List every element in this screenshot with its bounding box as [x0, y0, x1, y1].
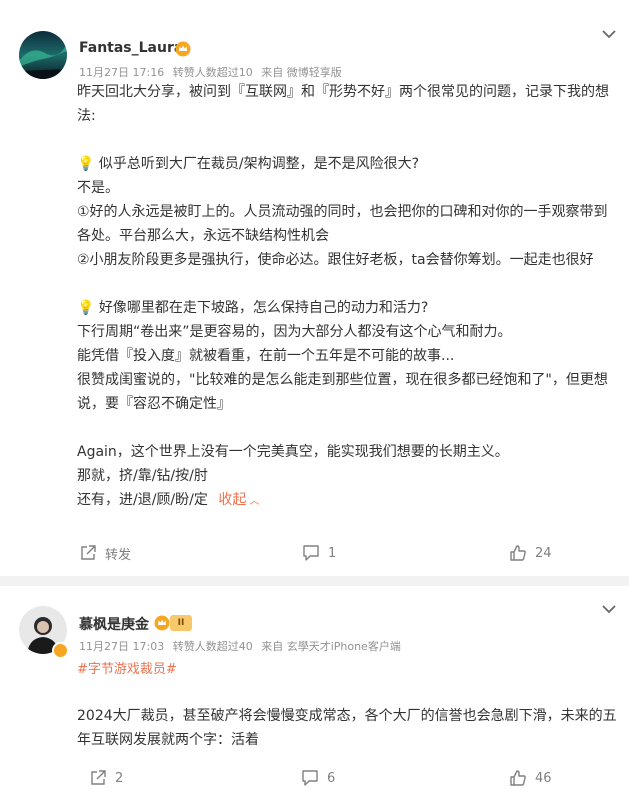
post-text-line: 💡 似乎总听到大厂在裁员/架构调整，是不是风险很大? — [77, 156, 420, 172]
repost-count: 2 — [115, 770, 124, 786]
post-text-line: 2024大厂裁员，甚至破产将会慢慢变成常态，各个大厂的信誉也会急剧下滑，未来的五 — [77, 708, 617, 724]
post-text-line: 各处。平台那么大，永远不缺结构性机会 — [77, 228, 329, 244]
vip-crown-icon — [175, 41, 191, 57]
action-bar: 2 6 46 — [0, 766, 629, 790]
post-text-line: 能凭借『投入度』就被看重，在前一个五年是不可能的故事... — [77, 348, 455, 364]
post-text-line: 下行周期“卷出来”是更容易的，因为大部分人都没有这个心气和耐力。 — [77, 324, 512, 340]
action-bar: 转发 1 24 — [0, 541, 629, 565]
post-text-line: ①好的人永远是被盯上的。人员流动强的同时，也会把你的口碑和对你的一手观察带到 — [77, 204, 608, 220]
post-text-line — [77, 416, 617, 440]
post-text: 2024大厂裁员，甚至破产将会慢慢变成常态，各个大厂的信誉也会急剧下滑，未来的五… — [77, 704, 617, 752]
repost-icon — [91, 770, 106, 785]
post-date[interactable]: 11月27日 17:03 — [79, 640, 164, 653]
like-count: 24 — [535, 545, 552, 561]
post-separator — [0, 576, 629, 586]
repost-info: 转赞人数超过10 — [172, 66, 253, 79]
repost-label: 转发 — [105, 547, 132, 563]
avatar[interactable] — [19, 31, 67, 79]
post-date[interactable]: 11月27日 17:16 — [79, 66, 164, 79]
username[interactable]: Fantas_Laura — [79, 40, 183, 56]
username[interactable]: 慕枫是庚金 — [79, 614, 149, 634]
chevron-up-icon: ︿ — [249, 496, 260, 507]
post-card: 慕枫是庚金 II 11月27日 17:03 转赞人数超过40 来自 玄學天才iP… — [0, 586, 629, 791]
repost-info: 转赞人数超过40 — [172, 640, 253, 653]
post-source: 来自 微博轻享版 — [261, 66, 342, 79]
repost-icon — [81, 545, 96, 560]
vip-crown-icon — [154, 615, 170, 631]
post-text: 昨天回北大分享，被问到『互联网』和『形势不好』两个很常见的问题，记录下我的想 法… — [77, 80, 617, 514]
post-text-line: 不是。 — [77, 180, 119, 196]
like-icon — [510, 545, 526, 561]
post-text-line: 💡 好像哪里都在走下坡路，怎么保持自己的动力和活力? — [77, 300, 429, 316]
like-button[interactable]: 24 — [509, 541, 552, 565]
like-count: 46 — [535, 770, 552, 786]
level-badge-icon: II — [170, 615, 192, 631]
post-text-line: 很赞成闺蜜说的，"比较难的是怎么能走到那些位置，现在很多都已经饱和了"，但更想 — [77, 372, 608, 388]
chevron-down-icon[interactable] — [601, 601, 617, 617]
like-button[interactable]: 46 — [509, 766, 552, 790]
comment-icon — [303, 545, 319, 561]
chevron-down-icon[interactable] — [601, 26, 617, 42]
post-source: 来自 玄學天才iPhone客户端 — [261, 640, 401, 653]
post-text-line: 那就，挤/靠/钻/按/肘 — [77, 468, 208, 484]
comment-button[interactable]: 6 — [301, 766, 335, 790]
post-text-line: 法: — [77, 108, 96, 124]
post-text-line: 昨天回北大分享，被问到『互联网』和『形势不好』两个很常见的问题，记录下我的想 — [77, 84, 609, 100]
post-text-line: 说，要『容忍不确定性』 — [77, 396, 231, 412]
comment-count: 1 — [328, 545, 337, 561]
verified-badge-icon — [52, 642, 69, 659]
repost-button[interactable]: 2 — [89, 766, 123, 790]
collapse-button[interactable]: 收起 ︿ — [218, 492, 259, 508]
comment-count: 6 — [327, 770, 336, 786]
post-text-line — [77, 128, 617, 152]
post-text-line: ②小朋友阶段更多是强执行，使命必达。跟住好老板，ta会替你筹划。一起走也很好 — [77, 252, 594, 268]
comment-button[interactable]: 1 — [302, 541, 336, 565]
post-text-line: 还有，进/退/顾/盼/定 收起 ︿ — [77, 488, 617, 514]
post-text-last: 还有，进/退/顾/盼/定 — [77, 492, 208, 508]
collapse-label: 收起 — [218, 492, 247, 508]
post-meta: 11月27日 17:03 转赞人数超过40 来自 玄學天才iPhone客户端 — [79, 638, 406, 654]
post-text-line — [77, 272, 617, 296]
post-text-line: Again，这个世界上没有一个完美真空，能实现我们想要的长期主义。 — [77, 444, 509, 460]
repost-button[interactable]: 转发 — [79, 541, 131, 565]
hashtag-link[interactable]: #字节游戏裁员# — [77, 658, 177, 677]
post-card: Fantas_Laura 11月27日 17:16 转赞人数超过10 来自 微博… — [0, 0, 629, 576]
like-icon — [510, 770, 526, 786]
avatar-image — [19, 31, 67, 79]
comment-icon — [302, 770, 318, 786]
post-text-line: 年互联网发展就两个字：活着 — [77, 732, 259, 748]
post-meta: 11月27日 17:16 转赞人数超过10 来自 微博轻享版 — [79, 64, 347, 80]
